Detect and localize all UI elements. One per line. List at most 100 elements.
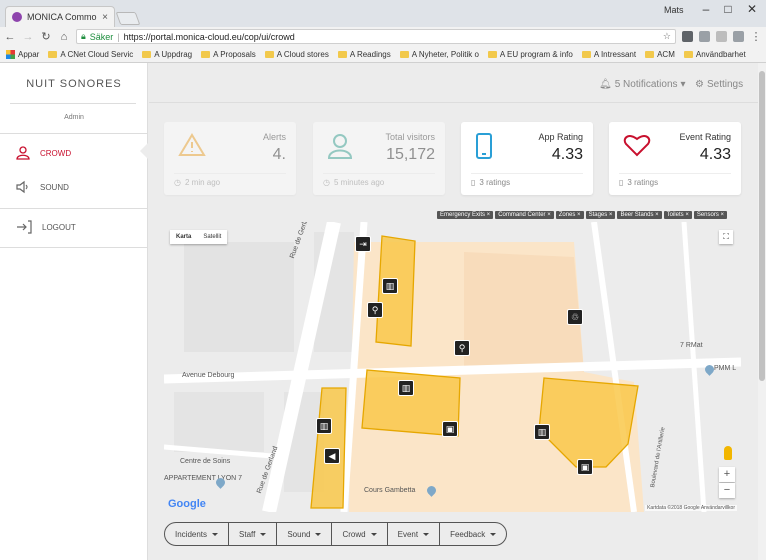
fullscreen-icon[interactable]: ⛶: [719, 230, 733, 244]
filter-chip-toilets[interactable]: Toilets ×: [663, 211, 692, 219]
bookmark-apps[interactable]: Appar: [6, 49, 39, 59]
card-title: Event Rating: [679, 132, 731, 142]
stage-icon[interactable]: ▣: [577, 459, 593, 475]
zoom-out-button[interactable]: −: [719, 483, 735, 498]
bookmark-folder[interactable]: A Cloud stores: [264, 49, 329, 59]
folder-icon: [201, 50, 211, 58]
visitors-card[interactable]: Total visitors 15,172 ◷ 5 minutes ago: [313, 122, 445, 195]
sidebar-item-sound[interactable]: SOUND: [0, 172, 148, 202]
bookmark-folder[interactable]: A Proposals: [201, 50, 256, 59]
settings-button[interactable]: ⚙ Settings: [695, 79, 743, 90]
bookmark-folder[interactable]: A EU program & info: [487, 50, 573, 59]
bookmark-folder[interactable]: A Uppdrag: [142, 50, 192, 59]
map-poi-label: PMM L: [714, 365, 737, 372]
bookmark-folder[interactable]: A Readings: [337, 49, 391, 59]
emergency-exit-icon[interactable]: ⇥: [355, 236, 371, 252]
card-value: 15,172: [386, 146, 435, 163]
command-center-icon[interactable]: ♲: [567, 309, 583, 325]
profile-name[interactable]: Mats: [664, 5, 684, 15]
scrollbar-thumb[interactable]: [759, 71, 765, 381]
bookmark-folder[interactable]: A CNet Cloud Servic: [48, 50, 133, 59]
stage-icon[interactable]: ▣: [442, 421, 458, 437]
map-poi-label: Centre de Soins: [180, 458, 231, 465]
crowd-dropdown[interactable]: Crowd: [332, 523, 388, 545]
card-footer: ◷ 5 minutes ago: [323, 178, 384, 187]
toilets-icon[interactable]: ⚲: [454, 340, 470, 356]
active-indicator: [140, 143, 148, 159]
zoom-in-button[interactable]: +: [719, 467, 735, 482]
beer-stand-icon[interactable]: ▥: [382, 278, 398, 294]
folder-icon: [683, 50, 693, 58]
event-dropdown[interactable]: Event: [388, 523, 441, 545]
bookmark-folder[interactable]: Användbarhet: [683, 50, 746, 59]
filter-chip-beer-stands[interactable]: Beer Stands ×: [617, 211, 662, 219]
street-view-pegman-icon[interactable]: [724, 446, 732, 460]
folder-icon: [264, 50, 274, 58]
card-value: 4.33: [699, 146, 731, 163]
new-tab-button[interactable]: [115, 12, 141, 25]
sound-sensor-icon[interactable]: ◀: [324, 448, 340, 464]
filter-chip-stages[interactable]: Stages ×: [585, 211, 616, 219]
map-poi-label: 7 RMat: [680, 342, 703, 349]
map-type-satellite[interactable]: Satellit: [197, 230, 227, 244]
beer-stand-icon[interactable]: ▥: [316, 418, 332, 434]
phone-small-icon: ▯: [619, 178, 624, 187]
sidebar-item-logout[interactable]: LOGOUT: [0, 212, 148, 242]
browser-tab[interactable]: MONICA Common Opera ×: [5, 6, 115, 27]
filter-chip-zones[interactable]: Zones ×: [555, 211, 584, 219]
page-scrollbar[interactable]: [758, 63, 766, 560]
toilets-icon[interactable]: ⚲: [367, 302, 383, 318]
bookmark-folder[interactable]: ACM: [645, 50, 675, 59]
filter-chip-sensors[interactable]: Sensors ×: [693, 211, 728, 219]
staff-dropdown[interactable]: Staff: [229, 523, 278, 545]
card-footer-text: 3 ratings: [627, 178, 659, 187]
notifications-dropdown[interactable]: 🔔︎ 5 Notifications ▾: [599, 79, 686, 90]
close-tab-icon[interactable]: ×: [102, 12, 108, 23]
sound-dropdown[interactable]: Sound: [277, 523, 333, 545]
extension-icon[interactable]: [699, 31, 710, 42]
map-street-label: Avenue Debourg: [182, 372, 235, 379]
back-icon[interactable]: ←: [4, 31, 16, 43]
filter-chip-emergency-exits[interactable]: Emergency Exits ×: [437, 211, 494, 219]
beer-stand-icon[interactable]: ▥: [398, 380, 414, 396]
extension-icon[interactable]: [733, 31, 744, 42]
filter-chip-command-center[interactable]: Command Center ×: [495, 211, 554, 219]
alerts-card[interactable]: Alerts 4. ◷ 2 min ago: [164, 122, 296, 195]
map-type-map[interactable]: Karta: [170, 230, 197, 244]
url-text[interactable]: https://portal.monica-cloud.eu/cop/ui/cr…: [124, 32, 659, 42]
event-rating-card[interactable]: Event Rating 4.33 ▯ 3 ratings: [609, 122, 741, 195]
bookmark-folder[interactable]: A Nyheter, Politik o: [399, 49, 479, 59]
divider: [0, 133, 148, 134]
extension-icon[interactable]: [716, 31, 727, 42]
address-bar[interactable]: 🔒︎ Säker | https://portal.monica-cloud.e…: [76, 29, 676, 44]
maximize-icon[interactable]: □: [716, 2, 740, 16]
map-attribution[interactable]: Kartdata ©2018 Google Användarvillkor: [645, 505, 737, 511]
home-icon[interactable]: ⌂: [58, 31, 70, 43]
bookmark-star-icon[interactable]: ☆: [663, 31, 671, 42]
incidents-dropdown[interactable]: Incidents: [165, 523, 230, 545]
sidebar-item-crowd[interactable]: CROWD: [0, 138, 148, 168]
map-poi-label: APPARTEMENT LYON 7: [164, 475, 243, 482]
bookmark-label: A Readings: [349, 49, 391, 59]
close-window-icon[interactable]: ✕: [740, 2, 764, 16]
bookmark-folder[interactable]: A Intressant: [581, 49, 637, 59]
reload-icon[interactable]: ↻: [40, 30, 52, 43]
bookmark-label: A Nyheter, Politik o: [411, 49, 479, 59]
map-type-toggle: Karta Satellit: [170, 230, 228, 244]
extension-icon[interactable]: [682, 31, 693, 42]
divider: [619, 173, 731, 174]
app-rating-card[interactable]: App Rating 4.33 ▯ 3 ratings: [461, 122, 593, 195]
tab-title: MONICA Common Opera: [27, 12, 97, 22]
feedback-dropdown[interactable]: Feedback: [440, 523, 506, 545]
bookmark-label: A Intressant: [593, 49, 637, 59]
divider: [0, 208, 148, 209]
event-map[interactable]: Karta Satellit ⛶ Rue de Gerland Avenue D…: [164, 222, 741, 512]
bookmark-label: A CNet Cloud Servic: [60, 49, 134, 59]
forward-icon[interactable]: →: [22, 31, 34, 43]
minimize-icon[interactable]: –: [694, 2, 718, 16]
bookmark-label: A Cloud stores: [276, 49, 329, 59]
menu-kebab-icon[interactable]: ⋮: [750, 30, 762, 43]
card-footer: ◷ 2 min ago: [174, 178, 220, 187]
beer-stand-icon[interactable]: ▥: [534, 424, 550, 440]
logout-icon: [17, 220, 32, 234]
